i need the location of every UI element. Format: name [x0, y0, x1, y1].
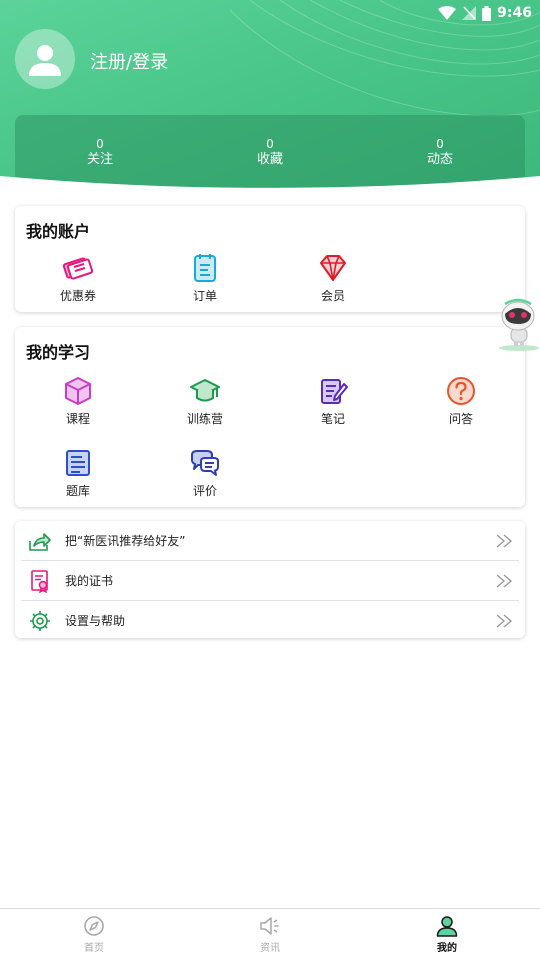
study-item-notes[interactable]: 笔记	[283, 375, 383, 427]
stat-label: 动态	[426, 152, 453, 167]
stat-activity[interactable]: 0 动态	[380, 137, 500, 168]
study-item-label: 题库	[65, 484, 90, 498]
account-item-order[interactable]: 订单	[155, 252, 255, 304]
robot-assistant-icon[interactable]	[497, 298, 540, 352]
note-icon	[321, 379, 348, 404]
study-title: 我的学习	[26, 343, 91, 362]
certificate-icon	[31, 569, 48, 593]
bottom-nav: 首页 资讯 我的	[0, 908, 540, 960]
menu-item-label: 把“新医讯推荐给好友”	[65, 534, 186, 548]
chat-bubbles-icon	[191, 450, 219, 476]
stat-following[interactable]: 0 关注	[40, 137, 160, 168]
header-curve	[0, 176, 540, 195]
nav-tab-home[interactable]: 首页	[34, 915, 154, 954]
coupon-icon	[62, 257, 94, 280]
user-icon	[436, 916, 458, 937]
study-item-course[interactable]: 课程	[28, 375, 128, 427]
double-chevron-right-icon	[496, 613, 513, 628]
login-register-link[interactable]: 注册/登录	[90, 48, 168, 74]
speaker-icon	[260, 917, 279, 935]
account-item-label: 订单	[192, 289, 217, 303]
account-item-membership[interactable]: 会员	[283, 252, 383, 304]
nav-label: 资讯	[260, 943, 280, 954]
account-title: 我的账户	[26, 222, 91, 241]
stat-count: 0	[96, 137, 104, 151]
no-signal-icon	[462, 6, 477, 20]
menu-item-label: 设置与帮助	[65, 614, 126, 628]
graduation-cap-icon	[190, 379, 220, 402]
stat-count: 0	[266, 137, 274, 151]
study-item-label: 笔记	[320, 412, 345, 426]
profile-header: 9:46 注册/登录 0 关注 0 收藏 0 动态	[0, 0, 540, 195]
wifi-icon	[438, 6, 457, 20]
cube-icon	[65, 377, 91, 405]
study-item-camp[interactable]: 训练营	[155, 375, 255, 427]
stat-favorites[interactable]: 0 收藏	[210, 137, 330, 168]
menu-item-settings-help[interactable]: 设置与帮助	[21, 601, 519, 640]
diamond-icon	[320, 255, 346, 281]
menu-card: 把“新医讯推荐给好友” 我的证书 设置与帮助	[15, 521, 525, 638]
share-icon	[29, 532, 51, 551]
account-item-coupon[interactable]: 优惠券	[28, 252, 128, 304]
stat-count: 0	[436, 137, 444, 151]
stat-label: 关注	[86, 152, 113, 167]
question-icon	[447, 377, 475, 405]
nav-label: 首页	[84, 943, 104, 954]
study-item-label: 评价	[192, 484, 217, 498]
study-item-question-bank[interactable]: 题库	[28, 447, 128, 499]
nav-tab-mine[interactable]: 我的	[387, 915, 507, 954]
account-card: 我的账户 优惠券 订单 会员	[15, 206, 525, 312]
compass-icon	[84, 916, 104, 936]
order-icon	[194, 254, 216, 282]
double-chevron-right-icon	[496, 573, 513, 588]
avatar[interactable]	[15, 29, 75, 89]
nav-label: 我的	[437, 943, 457, 954]
user-avatar-icon	[29, 45, 61, 76]
status-time: 9:46	[497, 5, 532, 21]
battery-icon	[482, 5, 492, 21]
double-chevron-right-icon	[496, 533, 513, 548]
nav-tab-news[interactable]: 资讯	[210, 915, 330, 954]
document-icon	[66, 450, 90, 476]
status-bar: 9:46	[438, 2, 532, 24]
study-item-review[interactable]: 评价	[155, 447, 255, 499]
menu-item-certificate[interactable]: 我的证书	[21, 561, 519, 600]
study-card: 我的学习 课程 训练营 笔记 问答 题库 评价	[15, 327, 525, 507]
study-item-label: 课程	[65, 412, 90, 426]
study-item-label: 训练营	[186, 412, 223, 426]
study-item-qa[interactable]: 问答	[411, 375, 511, 427]
account-item-label: 优惠券	[59, 289, 96, 303]
study-item-label: 问答	[448, 412, 473, 426]
menu-item-share[interactable]: 把“新医讯推荐给好友”	[21, 521, 519, 560]
menu-item-label: 我的证书	[65, 574, 114, 588]
account-item-label: 会员	[320, 289, 345, 303]
stat-label: 收藏	[256, 152, 283, 167]
gear-icon	[30, 610, 50, 631]
